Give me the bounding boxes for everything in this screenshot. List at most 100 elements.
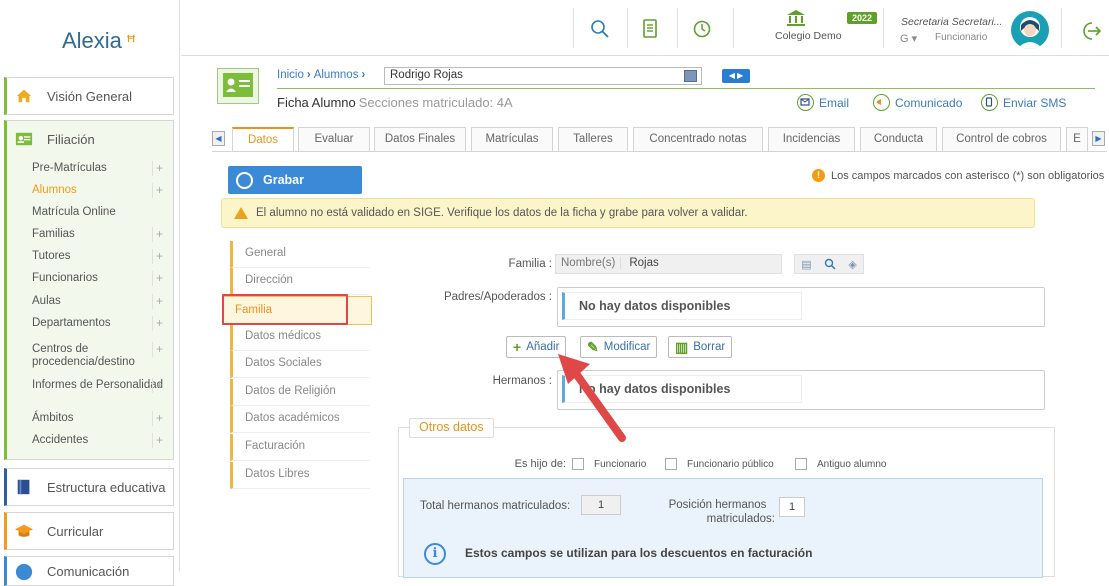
search-icon[interactable] [824,258,836,270]
student-select[interactable]: Rodrigo Rojas [384,67,702,85]
nav-estructura[interactable]: Estructura educativa [4,468,174,506]
g-dropdown[interactable]: G ▾ [900,32,917,45]
nav-estructura-label: Estructura educativa [47,479,166,495]
section-datos-sociales[interactable]: Datos Sociales [230,351,370,378]
plus-icon[interactable]: + [152,433,166,448]
nav-curricular-label: Curricular [47,523,104,539]
checkbox-funcionario-publico[interactable]: Funcionario público [665,458,774,470]
padres-no-data: No hay datos disponibles [562,292,802,320]
email-button[interactable]: Email [797,94,849,111]
comunicado-button[interactable]: Comunicado [873,94,962,111]
book-icon [17,479,30,495]
user-avatar-icon [1017,17,1043,49]
section-datos-médicos[interactable]: Datos médicos [230,324,370,351]
user-name[interactable]: Secretaria Secretari... [901,16,1001,28]
delete-button[interactable]: ▥ Borrar [668,336,733,358]
nav-filiacion-header[interactable]: Filiación [7,121,173,157]
checkbox-funcionario[interactable]: Funcionario [572,458,646,470]
tab-bar: ◀ Datos Evaluar Datos Finales Matrículas… [212,127,1107,151]
sidebar-item-aulas[interactable]: Aulas + [32,294,170,309]
tabs-scroll-right[interactable]: ▶ [1092,131,1105,146]
sidebar-item-label: Tutores [32,250,71,262]
tab-datos-finales[interactable]: Datos Finales [374,127,466,151]
plus-icon[interactable]: + [152,227,166,242]
posicion-hermanos-field[interactable]: 1 [779,497,805,517]
tab-talleres[interactable]: Talleres [558,127,628,151]
school-name[interactable]: Colegio Demo [775,30,842,42]
nav-vision-general[interactable]: Visión General [4,77,174,115]
sidebar-item-pre-matrículas[interactable]: Pre-Matrículas + [32,161,170,176]
section-general[interactable]: General [230,241,370,268]
familia-label: Familia : [508,258,552,270]
graduation-cap-icon [15,524,33,537]
enviar-sms-button[interactable]: Enviar SMS [981,94,1066,111]
sidebar-item-label: Familias [32,228,75,240]
breadcrumb-inicio[interactable]: Inicio [277,69,304,81]
sidebar-item-tutores[interactable]: Tutores + [32,249,170,264]
sidebar-item-label: Aulas [32,295,61,307]
eraser-icon[interactable]: ◈ [848,258,856,271]
plus-icon[interactable]: + [152,342,166,357]
tab-concentrado-notas[interactable]: Concentrado notas [633,127,763,151]
section-dirección[interactable]: Dirección [230,268,370,295]
tab-more[interactable]: E [1066,127,1088,151]
plus-icon[interactable]: + [152,294,166,309]
warning-banner: El alumno no está validado en SIGE. Veri… [221,198,1035,228]
sidebar-item-alumnos[interactable]: Alumnos + [32,183,170,198]
familia-field[interactable]: Nombre(s) Rojas [555,254,782,274]
sidebar-item-accidentes[interactable]: Accidentes + [32,433,170,448]
checkbox-antiguo-alumno[interactable]: Antiguo alumno [795,458,887,470]
avatar[interactable] [1011,11,1049,49]
breadcrumb-alumnos[interactable]: Alumnos [314,69,359,81]
search-icon[interactable] [589,18,611,40]
section-facturación[interactable]: Facturación [230,434,370,461]
tab-incidencias[interactable]: Incidencias [768,127,855,151]
section-datos-de-religión[interactable]: Datos de Religión [230,379,370,406]
info-icon: i [424,543,446,565]
chat-icon [15,563,33,581]
plus-icon[interactable]: + [152,249,166,264]
sidebar: Alexia ꟸ Visión General Filiación Pre-Mat… [0,0,180,586]
es-hijo-label: Es hijo de: [514,458,566,470]
section-datos-libres[interactable]: Datos Libres [230,462,370,489]
app-logo[interactable]: Alexia ꟸ [62,28,136,54]
tab-datos[interactable]: Datos [232,127,294,151]
nav-curricular[interactable]: Curricular [4,512,174,550]
sidebar-item-ámbitos[interactable]: Ámbitos + [32,411,170,426]
sidebar-item-centros-de-procedencia-destino[interactable]: Centros de procedencia/destino + [32,342,170,369]
school-icon [787,10,805,26]
notes-icon[interactable] [639,18,661,40]
plus-icon[interactable]: + [152,316,166,331]
plus-icon[interactable]: + [152,411,166,426]
section-datos-académicos[interactable]: Datos académicos [230,406,370,433]
sidebar-item-departamentos[interactable]: Departamentos + [32,316,170,331]
tabs-scroll-left[interactable]: ◀ [212,131,225,146]
plus-icon[interactable]: + [152,271,166,286]
tab-matriculas[interactable]: Matrículas [471,127,553,151]
sidebar-item-label: Accidentes [32,434,89,446]
logout-icon[interactable] [1079,20,1101,42]
posicion-label-1: Posición hermanos [668,499,767,511]
padres-list: No hay datos disponibles [557,287,1045,327]
plus-icon[interactable]: + [152,378,166,393]
nav-comunicacion[interactable]: Comunicación [4,556,174,586]
padres-label: Padres/Apoderados : [443,291,552,303]
sidebar-item-familias[interactable]: Familias + [32,227,170,242]
page-subtitle: Secciones matriculado: 4A [358,95,513,110]
plus-icon[interactable]: + [152,183,166,198]
sidebar-item-matrícula-online[interactable]: Matrícula Online [32,206,170,219]
tab-control-cobros[interactable]: Control de cobros [942,127,1061,151]
student-nav-arrows[interactable]: ◀ ▶ [722,69,750,83]
sidebar-item-funcionarios[interactable]: Funcionarios + [32,271,170,286]
grabar-button[interactable]: Grabar [228,166,362,194]
card-icon[interactable]: ▤ [801,258,811,271]
sidebar-item-informes-de-personalidad[interactable]: Informes de Personalidad + [32,378,170,393]
posicion-label-2: matriculados: [706,513,775,525]
tab-conducta[interactable]: Conducta [860,127,937,151]
required-note: ! Los campos marcados con asterisco (*) s… [812,169,1104,182]
annotation-highlight-box [222,294,348,325]
plus-icon[interactable]: + [152,161,166,176]
year-badge[interactable]: 2022 [847,12,878,24]
tab-evaluar[interactable]: Evaluar [298,127,370,151]
history-icon[interactable] [691,18,713,40]
